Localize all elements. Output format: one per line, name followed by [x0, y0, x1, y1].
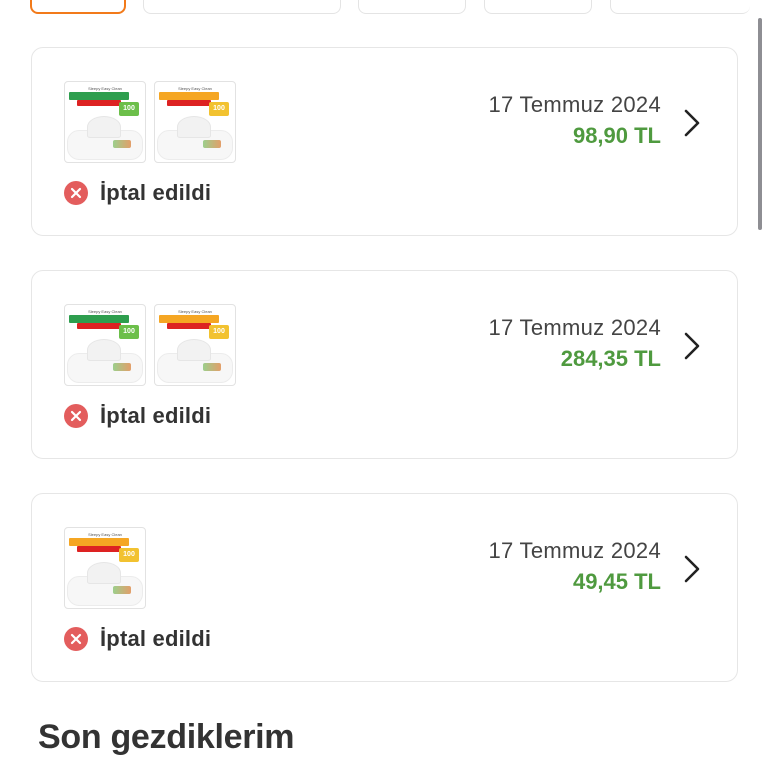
order-price: 49,45 TL: [572, 569, 661, 594]
product-top-text: Sleepy Easy Clean: [178, 86, 212, 91]
product-subband: [77, 323, 121, 329]
product-subband: [167, 323, 211, 329]
product-top-text: Sleepy Easy Clean: [178, 309, 212, 314]
product-tissue: [87, 562, 121, 584]
order-summary: 17 Temmuz 2024 49,45 TL: [488, 538, 661, 595]
filter-chip-4[interactable]: [484, 0, 592, 14]
filter-chip-3[interactable]: [358, 0, 466, 14]
product-strip: [113, 363, 131, 371]
product-top-text: Sleepy Easy Clean: [88, 309, 122, 314]
product-tissue: [87, 116, 121, 138]
product-thumbnails: Sleepy Easy Clean 100 Sleepy Easy Clean …: [64, 304, 236, 386]
chevron-right-icon[interactable]: [683, 331, 701, 361]
product-top-text: Sleepy Easy Clean: [88, 86, 122, 91]
order-status: İptal edildi: [64, 403, 211, 429]
product-top-text: Sleepy Easy Clean: [88, 532, 122, 537]
product-thumbnails: Sleepy Easy Clean 100: [64, 527, 146, 609]
product-thumbnail[interactable]: Sleepy Easy Clean 100: [64, 304, 146, 386]
product-thumbnail[interactable]: Sleepy Easy Clean 100: [154, 81, 236, 163]
order-summary: 17 Temmuz 2024 284,35 TL: [488, 315, 661, 372]
filter-chip-1[interactable]: [30, 0, 126, 14]
order-status: İptal edildi: [64, 180, 211, 206]
product-thumbnails: Sleepy Easy Clean 100 Sleepy Easy Clean …: [64, 81, 236, 163]
order-date: 17 Temmuz 2024: [488, 92, 661, 117]
product-strip: [203, 140, 221, 148]
filter-chip-5[interactable]: [610, 0, 750, 14]
product-count-badge: 100: [119, 325, 139, 339]
product-subband: [77, 546, 121, 552]
scrollbar[interactable]: [758, 18, 762, 230]
product-band: [69, 538, 129, 546]
product-strip: [113, 140, 131, 148]
order-card[interactable]: Sleepy Easy Clean 100 Sleepy Easy Clean …: [31, 47, 738, 236]
cancel-circle-icon: [64, 181, 88, 205]
product-band: [159, 92, 219, 100]
chevron-right-icon[interactable]: [683, 554, 701, 584]
product-count-badge: 100: [119, 102, 139, 116]
product-thumbnail[interactable]: Sleepy Easy Clean 100: [64, 81, 146, 163]
order-price: 98,90 TL: [572, 123, 661, 148]
product-count-badge: 100: [209, 325, 229, 339]
order-summary: 17 Temmuz 2024 98,90 TL: [488, 92, 661, 149]
order-price: 284,35 TL: [560, 346, 661, 371]
chevron-right-icon[interactable]: [683, 108, 701, 138]
product-tissue: [177, 116, 211, 138]
cancel-circle-icon: [64, 627, 88, 651]
filter-chip-2[interactable]: [143, 0, 341, 14]
product-thumbnail[interactable]: Sleepy Easy Clean 100: [64, 527, 146, 609]
product-count-badge: 100: [209, 102, 229, 116]
status-label: İptal edildi: [100, 403, 212, 428]
order-date: 17 Temmuz 2024: [488, 538, 661, 563]
product-strip: [113, 586, 131, 594]
product-band: [159, 315, 219, 323]
status-label: İptal edildi: [100, 180, 212, 205]
product-band: [69, 315, 129, 323]
cancel-circle-icon: [64, 404, 88, 428]
product-band: [69, 92, 129, 100]
order-list: Sleepy Easy Clean 100 Sleepy Easy Clean …: [31, 47, 738, 716]
order-card[interactable]: Sleepy Easy Clean 100 Sleepy Easy Clean …: [31, 270, 738, 459]
product-subband: [167, 100, 211, 106]
status-label: İptal edildi: [100, 626, 212, 651]
section-title-recent: Son gezdiklerim: [38, 718, 295, 756]
orders-page: Sleepy Easy Clean 100 Sleepy Easy Clean …: [0, 0, 768, 768]
product-tissue: [177, 339, 211, 361]
order-date: 17 Temmuz 2024: [488, 315, 661, 340]
product-strip: [203, 363, 221, 371]
order-card[interactable]: Sleepy Easy Clean 100 İptal edildi 17 Te…: [31, 493, 738, 682]
product-thumbnail[interactable]: Sleepy Easy Clean 100: [154, 304, 236, 386]
product-count-badge: 100: [119, 548, 139, 562]
order-status: İptal edildi: [64, 626, 211, 652]
product-subband: [77, 100, 121, 106]
product-tissue: [87, 339, 121, 361]
